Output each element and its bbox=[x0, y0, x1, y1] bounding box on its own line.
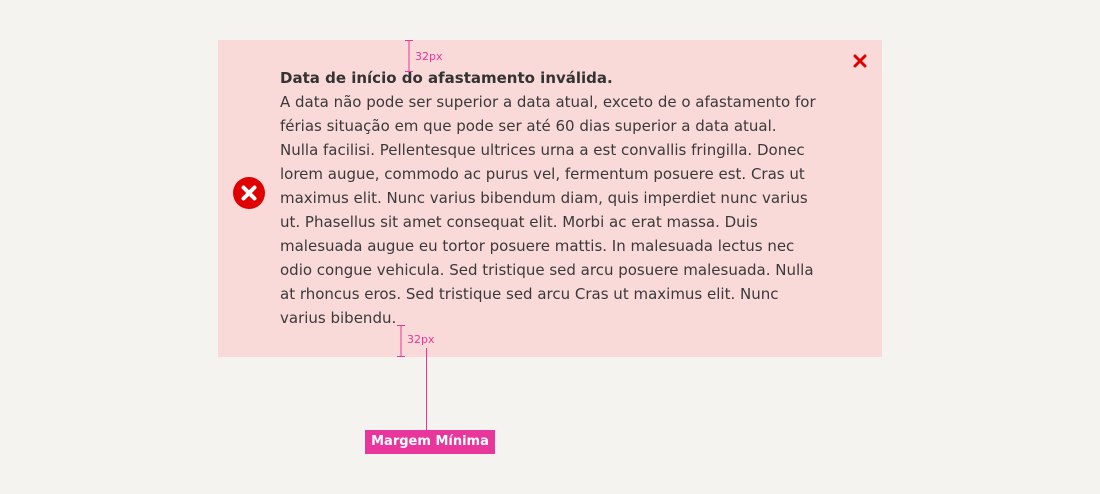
error-circle-x-icon bbox=[233, 177, 265, 209]
close-x-icon[interactable] bbox=[851, 52, 869, 70]
error-alert: Data de início do afastamento inválida. … bbox=[218, 40, 882, 357]
top-spacing-label: 32px bbox=[415, 50, 443, 63]
margin-annotation-badge: Margem Mínima bbox=[365, 430, 495, 454]
alert-message: Data de início do afastamento inválida. … bbox=[280, 66, 816, 330]
top-spacing-marker bbox=[405, 40, 413, 72]
alert-title: Data de início do afastamento inválida. bbox=[280, 69, 613, 87]
annotation-leader-line bbox=[426, 348, 427, 430]
alert-body: A data não pode ser superior a data atua… bbox=[280, 93, 816, 327]
bottom-spacing-label: 32px bbox=[407, 333, 435, 346]
bottom-spacing-marker bbox=[397, 325, 405, 357]
